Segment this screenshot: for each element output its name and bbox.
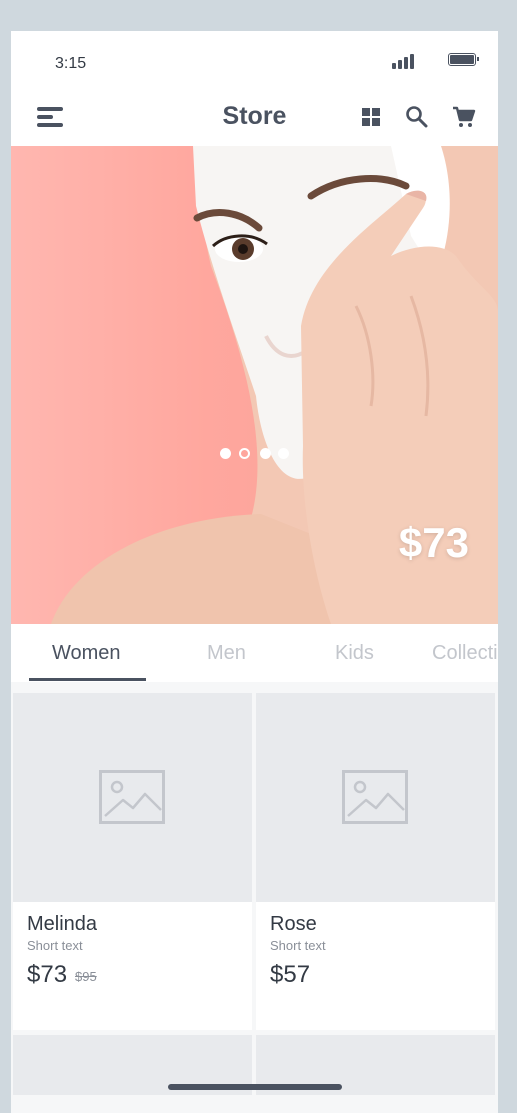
battery-icon: [448, 53, 479, 66]
grid-view-icon[interactable]: [359, 104, 385, 130]
product-image: [256, 693, 495, 902]
shopping-cart-icon[interactable]: [451, 104, 477, 130]
product-subtitle: Short text: [270, 938, 326, 953]
category-tabs: Women Men Kids Collecti: [11, 624, 498, 682]
product-card-rose[interactable]: Rose Short text $57: [256, 693, 495, 1030]
hamburger-menu-icon[interactable]: [37, 105, 65, 129]
tab-men[interactable]: Men: [207, 642, 246, 665]
product-subtitle: Short text: [27, 938, 83, 953]
hero-banner[interactable]: $73: [11, 146, 498, 624]
status-time: 3:15: [55, 55, 87, 72]
image-placeholder-icon: [342, 770, 408, 824]
product-card-melinda[interactable]: Melinda Short text $73 $95: [13, 693, 252, 1030]
app-bar: Store: [11, 91, 498, 146]
carousel-dot[interactable]: [278, 448, 289, 459]
cellular-signal-icon: [392, 53, 416, 69]
product-name: Rose: [270, 913, 317, 935]
active-tab-indicator: [29, 678, 146, 681]
tab-collections[interactable]: Collecti: [432, 642, 498, 665]
carousel-dot-active[interactable]: [239, 448, 250, 459]
product-old-price: $95: [75, 969, 97, 984]
status-bar: 3:15: [11, 31, 498, 91]
tab-women[interactable]: Women: [52, 642, 121, 665]
image-placeholder-icon: [99, 770, 165, 824]
product-price: $57: [270, 961, 311, 988]
tab-kids[interactable]: Kids: [335, 642, 374, 665]
product-price: $73: [27, 961, 68, 988]
carousel-dot[interactable]: [260, 448, 271, 459]
product-name: Melinda: [27, 913, 98, 935]
search-icon[interactable]: [404, 104, 430, 130]
product-image: [13, 693, 252, 902]
hero-price: $73: [398, 519, 469, 566]
home-indicator[interactable]: [168, 1084, 342, 1090]
carousel-dot[interactable]: [220, 448, 231, 459]
phone-screen: 3:15 Store $73 Women Men Kids Collecti M…: [11, 31, 498, 1113]
